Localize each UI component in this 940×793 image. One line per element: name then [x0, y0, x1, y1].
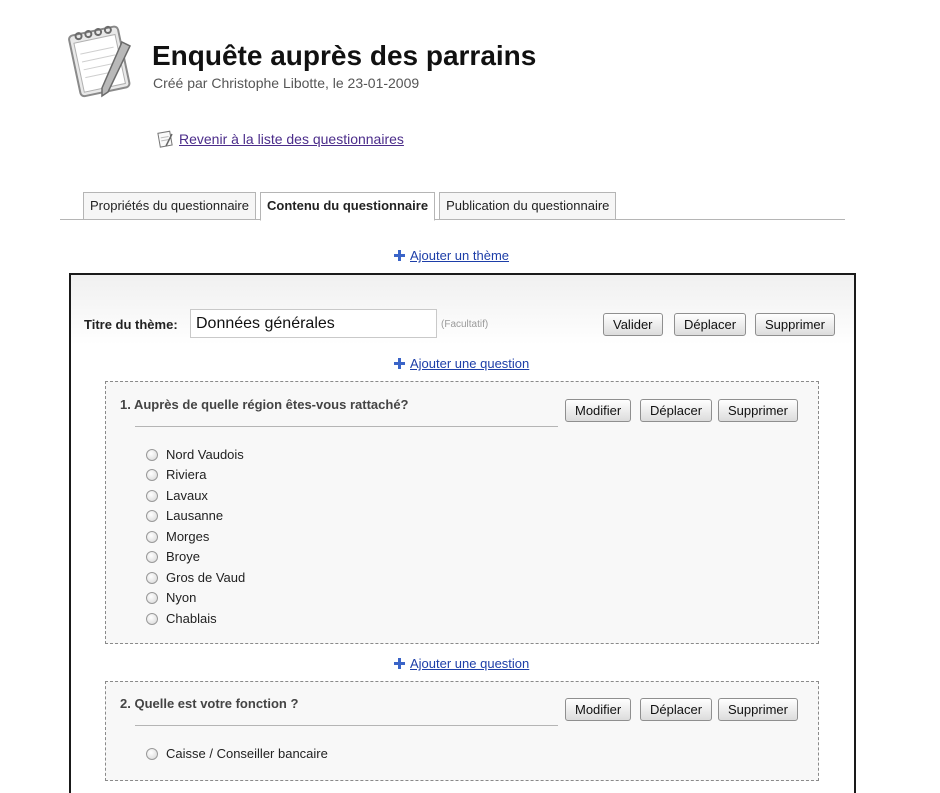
theme-title-input[interactable]: [190, 309, 437, 338]
option-label: Chablais: [166, 611, 217, 626]
radio-button[interactable]: [146, 747, 158, 760]
edit-question-button[interactable]: Modifier: [565, 399, 632, 422]
delete-question-button[interactable]: Supprimer: [718, 698, 798, 721]
question-title: 2. Quelle est votre fonction ?: [120, 696, 299, 711]
question-divider: [135, 426, 558, 427]
theme-delete-button[interactable]: Supprimer: [755, 313, 835, 336]
edit-question-button[interactable]: Modifier: [565, 698, 632, 721]
option-label: Nord Vaudois: [166, 447, 244, 462]
option-label: Nyon: [166, 590, 197, 605]
radio-option[interactable]: Nyon: [146, 590, 196, 605]
option-label: Lavaux: [166, 488, 208, 503]
radio-option[interactable]: Lausanne: [146, 508, 223, 523]
radio-button[interactable]: [146, 530, 158, 543]
add-question-link[interactable]: Ajouter une question: [394, 656, 529, 671]
radio-button[interactable]: [146, 509, 158, 522]
radio-button[interactable]: [146, 489, 158, 502]
radio-option[interactable]: Lavaux: [146, 488, 208, 503]
notepad-icon: [157, 130, 173, 148]
option-label: Riviera: [166, 467, 207, 482]
radio-option[interactable]: Riviera: [146, 467, 206, 482]
notepad-logo-icon: [64, 20, 138, 100]
radio-option[interactable]: Chablais: [146, 611, 217, 626]
plus-icon: [394, 250, 405, 261]
theme-move-button[interactable]: Déplacer: [674, 313, 747, 336]
tab-publication[interactable]: Publication du questionnaire: [439, 192, 617, 220]
question-title: 1. Auprès de quelle région êtes-vous rat…: [120, 397, 409, 412]
optional-hint: (Facultatif): [441, 319, 489, 330]
radio-button[interactable]: [146, 550, 158, 563]
radio-option[interactable]: Broye: [146, 549, 200, 564]
question-divider: [135, 725, 558, 726]
back-link-container: Revenir à la liste des questionnaires: [155, 128, 404, 150]
plus-icon: [394, 658, 405, 669]
tab-bar: Propriétés du questionnaire Contenu du q…: [83, 192, 620, 221]
option-label: Caisse / Conseiller bancaire: [166, 746, 328, 761]
tab-properties[interactable]: Propriétés du questionnaire: [83, 192, 256, 220]
radio-button[interactable]: [146, 571, 158, 584]
validate-button[interactable]: Valider: [603, 313, 663, 336]
radio-option[interactable]: Morges: [146, 529, 209, 544]
page-subtitle: Créé par Christophe Libotte, le 23-01-20…: [153, 75, 420, 91]
add-theme-link[interactable]: Ajouter un thème: [394, 248, 509, 263]
delete-question-button[interactable]: Supprimer: [718, 399, 798, 422]
add-theme-label: Ajouter un thème: [410, 248, 510, 263]
radio-button[interactable]: [146, 468, 158, 481]
option-label: Broye: [166, 549, 200, 564]
option-label: Lausanne: [166, 508, 224, 523]
add-question-label: Ajouter une question: [410, 356, 530, 371]
option-label: Morges: [166, 529, 210, 544]
radio-button[interactable]: [146, 591, 158, 604]
move-question-button[interactable]: Déplacer: [640, 399, 713, 422]
add-question-label: Ajouter une question: [410, 656, 530, 671]
page-title: Enquête auprès des parrains: [152, 40, 537, 71]
plus-icon: [394, 358, 405, 369]
back-to-list-link[interactable]: Revenir à la liste des questionnaires: [179, 131, 404, 147]
add-question-link[interactable]: Ajouter une question: [394, 356, 529, 371]
radio-button[interactable]: [146, 612, 158, 625]
radio-option[interactable]: Gros de Vaud: [146, 570, 245, 585]
theme-title-label: Titre du thème:: [84, 317, 178, 332]
radio-button[interactable]: [146, 448, 158, 461]
option-label: Gros de Vaud: [166, 570, 246, 585]
move-question-button[interactable]: Déplacer: [640, 698, 713, 721]
radio-option[interactable]: Caisse / Conseiller bancaire: [146, 746, 328, 761]
radio-option[interactable]: Nord Vaudois: [146, 447, 244, 462]
tab-content[interactable]: Contenu du questionnaire: [260, 192, 436, 221]
